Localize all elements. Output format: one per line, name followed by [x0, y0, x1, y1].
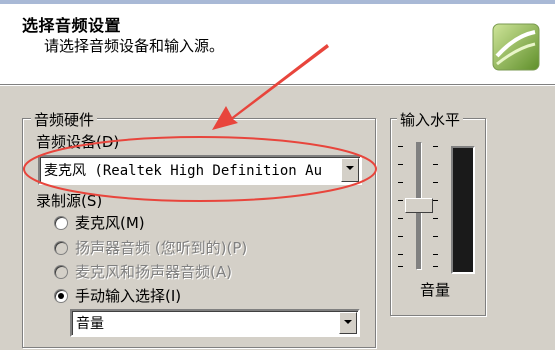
- source-option-label: 麦克风和扬声器音频(A): [75, 263, 232, 281]
- source-option-label: 麦克风(M): [75, 214, 145, 232]
- slider-tick: [398, 146, 403, 147]
- header-separator: [0, 84, 555, 86]
- slider-tick: [433, 254, 438, 255]
- source-option-label: 手动输入选择(I): [75, 287, 182, 305]
- slider-tick: [433, 182, 438, 183]
- page-title: 选择音频设置: [22, 16, 122, 35]
- slider-tick: [433, 200, 438, 201]
- slider-tick: [433, 266, 438, 267]
- slider-tick: [398, 182, 403, 183]
- radio-dot: [58, 293, 64, 299]
- radio-button[interactable]: [54, 241, 68, 255]
- slider-tick: [433, 146, 438, 147]
- chevron-down-icon[interactable]: [339, 312, 357, 334]
- slider-tick: [398, 200, 403, 201]
- radio-button[interactable]: [54, 265, 68, 279]
- radio-button-selected[interactable]: [54, 289, 68, 303]
- page-subtitle: 请选择音频设备和输入源。: [44, 37, 225, 55]
- record-source-label: 录制源(S): [36, 192, 103, 210]
- slider-tick: [433, 164, 438, 165]
- manual-input-select[interactable]: 音量: [70, 309, 360, 337]
- radio-button[interactable]: [54, 216, 68, 230]
- audio-device-label: 音频设备(D): [36, 133, 120, 151]
- slider-tick: [398, 254, 403, 255]
- source-option-label: 扬声器音频 (您听到的)(P): [75, 239, 248, 257]
- app-logo-icon: [492, 23, 540, 71]
- volume-label: 音量: [420, 281, 451, 299]
- input-level-legend: 输入水平: [397, 109, 464, 130]
- audio-device-value: 麦克风 (Realtek High Definition Au: [44, 163, 323, 179]
- wizard-header: 选择音频设置 请选择音频设备和输入源。: [0, 0, 555, 84]
- volume-slider-thumb[interactable]: [405, 198, 433, 213]
- audio-device-select[interactable]: 麦克风 (Realtek High Definition Au: [38, 155, 362, 185]
- slider-tick: [398, 164, 403, 165]
- header-top-stripe: [0, 0, 555, 4]
- input-level-meter: [451, 146, 475, 274]
- slider-tick: [433, 218, 438, 219]
- slider-tick: [398, 236, 403, 237]
- audio-hardware-legend: 音频硬件: [31, 109, 98, 130]
- manual-input-value: 音量: [76, 316, 104, 332]
- chevron-down-icon[interactable]: [341, 158, 359, 182]
- slider-tick: [433, 236, 438, 237]
- slider-tick: [398, 266, 403, 267]
- slider-tick: [398, 218, 403, 219]
